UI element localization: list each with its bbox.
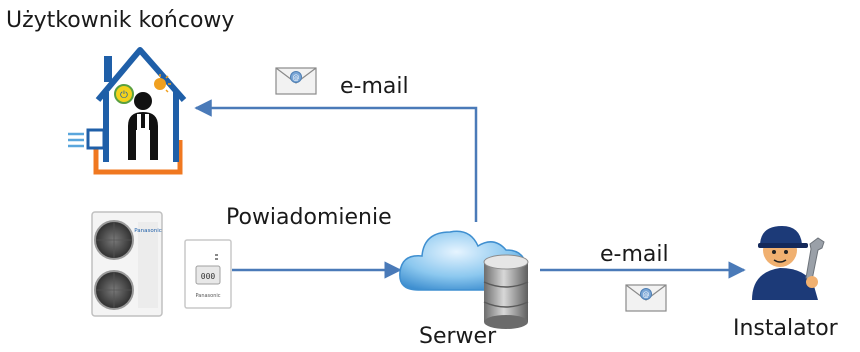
server-database-icon	[483, 254, 529, 329]
installer-label: Instalator	[733, 316, 838, 341]
controller-brand: Panasonic	[195, 293, 220, 299]
indoor-controller-icon: 000 Panasonic	[184, 239, 232, 309]
end-user-house-icon: ⏻	[68, 47, 187, 175]
svg-text:000: 000	[201, 272, 216, 281]
email-top-label: e-mail	[340, 74, 409, 99]
outdoor-unit-brand: Panasonic	[134, 228, 162, 234]
installer-icon	[752, 226, 825, 300]
outdoor-unit-icon: Panasonic	[91, 211, 163, 317]
end-user-label: Użytkownik końcowy	[6, 8, 235, 33]
svg-text:⏻: ⏻	[120, 90, 128, 101]
envelope-icon: @	[625, 284, 667, 312]
diagram-canvas: @ @ ⏻ Panasonic 000 Panasonic	[68, 47, 825, 329]
notification-flow-diagram: @ @ ⏻ Panasonic 000 Panasonic Użytkownik…	[0, 0, 860, 352]
envelope-icon: @	[275, 67, 317, 95]
svg-text:@: @	[643, 291, 650, 299]
email-bottom-label: e-mail	[600, 242, 669, 267]
svg-text:@: @	[293, 74, 300, 82]
server-label: Serwer	[419, 324, 497, 349]
notification-label: Powiadomienie	[226, 205, 392, 230]
